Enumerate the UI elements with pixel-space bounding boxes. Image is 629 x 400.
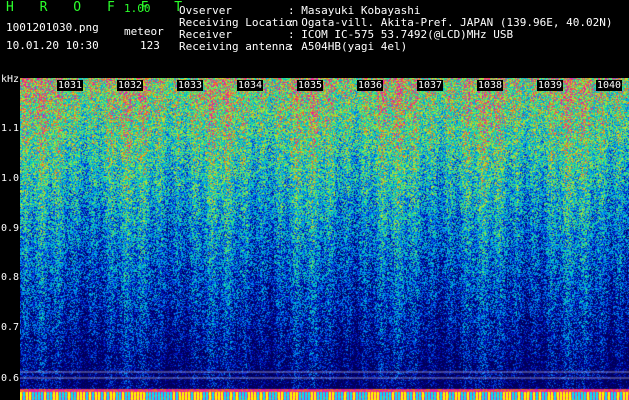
x-tick-label: 1031 — [57, 80, 84, 91]
x-tick-label: 1037 — [417, 80, 444, 91]
x-tick-label: 1036 — [357, 80, 384, 91]
y-unit-label: kHz — [1, 74, 20, 85]
y-tick-label: 0.9 — [1, 223, 20, 234]
meteor-count: 123 — [140, 39, 160, 52]
file-name: 1001201030.png — [6, 21, 99, 34]
meteor-label: meteor — [124, 25, 164, 38]
x-tick-label: 1040 — [596, 80, 623, 91]
antenna-label: Receiving antenna — [179, 40, 292, 53]
x-tick-label: 1033 — [177, 80, 204, 91]
y-tick-label: 1.1 — [1, 123, 20, 134]
antenna-value: : A504HB(yagi 4el) — [288, 40, 408, 53]
header-panel: H R O F F T 1.00 1001201030.png meteor 1… — [0, 0, 629, 78]
x-tick-label: 1035 — [297, 80, 324, 91]
spectrogram-image — [20, 78, 629, 400]
y-tick-label: 0.7 — [1, 322, 20, 333]
y-tick-label: 0.8 — [1, 272, 20, 283]
app-title: H R O F F T — [6, 0, 192, 15]
y-tick-label: 0.6 — [1, 373, 20, 384]
x-tick-label: 1038 — [477, 80, 504, 91]
x-tick-label: 1034 — [237, 80, 264, 91]
y-tick-label: 1.0 — [1, 173, 20, 184]
x-tick-label: 1039 — [537, 80, 564, 91]
file-datetime: 10.01.20 10:30 — [6, 39, 99, 52]
x-tick-label: 1032 — [117, 80, 144, 91]
app-version: 1.00 — [124, 2, 151, 15]
